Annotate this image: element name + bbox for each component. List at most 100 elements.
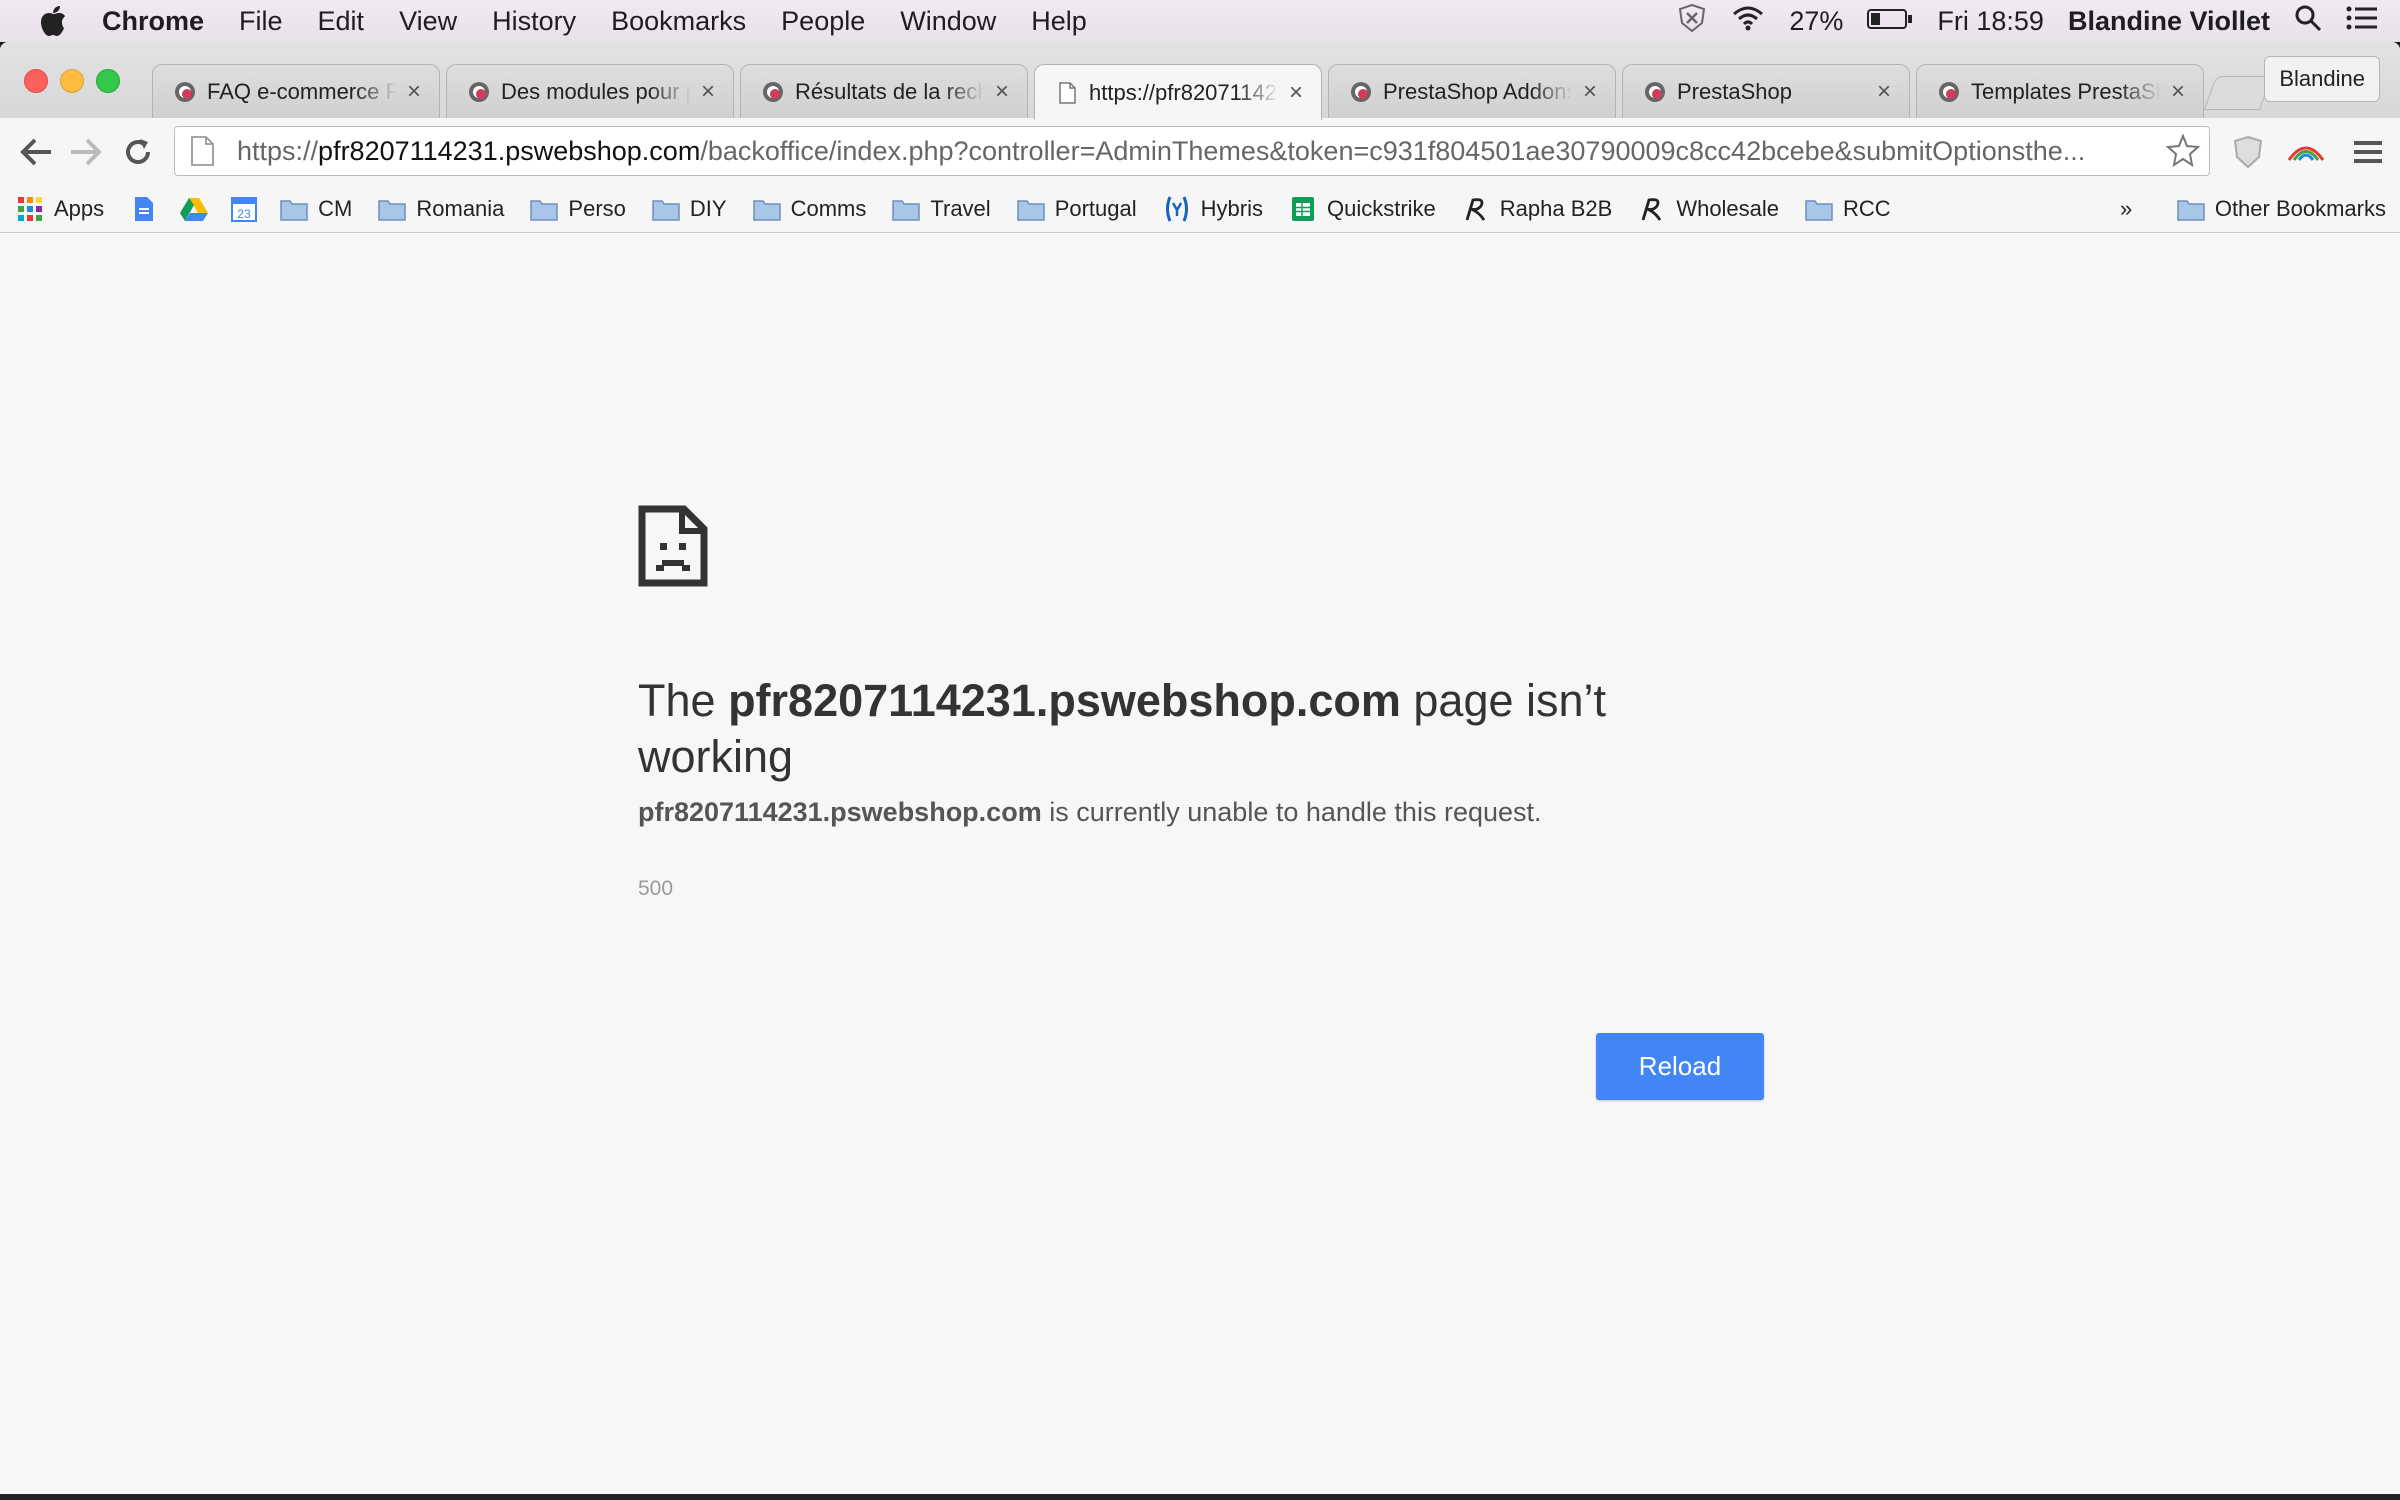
bookmark-google-docs[interactable] — [130, 196, 168, 222]
tab-des-modules[interactable]: Des modules pour p × — [446, 64, 734, 118]
close-tab-icon[interactable]: × — [403, 78, 425, 106]
bookmark-label: Comms — [790, 196, 867, 221]
google-docs-icon — [130, 196, 158, 222]
tab-faq-ecommerce[interactable]: FAQ e-commerce P × — [152, 64, 440, 118]
bookmark-folder-cm[interactable]: CM — [280, 196, 352, 222]
close-tab-icon[interactable]: × — [1873, 78, 1895, 106]
browser-window: FAQ e-commerce P × Des modules pour p × … — [0, 42, 2400, 1494]
bookmark-google-calendar[interactable]: 23 — [230, 196, 268, 222]
browser-toolbar: https://pfr8207114231.pswebshop.com/back… — [0, 118, 2400, 186]
clock[interactable]: Fri 18:59 — [1937, 6, 2044, 37]
bookmark-apps[interactable]: Apps — [16, 196, 104, 222]
bookmark-star-icon[interactable] — [2165, 133, 2201, 169]
error-title: The pfr8207114231.pswebshop.com page isn… — [638, 673, 1738, 785]
extension-rainbow-button[interactable] — [2284, 130, 2328, 174]
zoom-window-button[interactable] — [96, 69, 120, 93]
bookmark-folder-perso[interactable]: Perso — [530, 196, 626, 222]
bookmark-google-drive[interactable] — [180, 196, 218, 222]
url-text[interactable]: https://pfr8207114231.pswebshop.com/back… — [237, 136, 2159, 167]
folder-icon — [530, 196, 559, 222]
wifi-icon[interactable] — [1731, 5, 1765, 38]
tab-title: https://pfr82071142 — [1089, 79, 1277, 105]
notification-center-icon[interactable] — [2346, 5, 2378, 38]
url-scheme: https:// — [237, 135, 319, 166]
google-calendar-icon: 23 — [230, 196, 258, 222]
folder-icon — [378, 196, 407, 222]
profile-button[interactable]: Blandine — [2264, 56, 2380, 102]
bookmark-quickstrike[interactable]: Quickstrike — [1289, 196, 1436, 222]
close-tab-icon[interactable]: × — [1579, 78, 1601, 106]
new-tab-button[interactable] — [2203, 76, 2273, 110]
extension-ublock-button[interactable] — [2226, 130, 2270, 174]
reload-button[interactable]: Reload — [1596, 1033, 1764, 1100]
close-tab-icon[interactable]: × — [1285, 79, 1307, 107]
tab-prestashop-addons[interactable]: PrestaShop Addons × — [1328, 64, 1616, 118]
close-window-button[interactable] — [24, 69, 48, 93]
folder-icon — [2177, 196, 2205, 222]
reload-toolbar-button[interactable] — [116, 130, 160, 174]
tab-prestashop[interactable]: PrestaShop × — [1622, 64, 1910, 118]
desktop-edge — [0, 1494, 2400, 1500]
close-tab-icon[interactable]: × — [2167, 78, 2189, 106]
page-info-icon[interactable] — [189, 136, 215, 166]
chrome-menu-button[interactable] — [2346, 130, 2390, 174]
bookmarks-overflow-button[interactable]: » — [2120, 196, 2132, 222]
tab-title: Résultats de la rech — [795, 78, 985, 104]
rapha-logo-icon — [1638, 196, 1666, 222]
menu-history[interactable]: History — [492, 6, 576, 37]
error-code: 500 — [638, 877, 674, 900]
menu-edit[interactable]: Edit — [318, 6, 365, 37]
menu-people[interactable]: People — [781, 6, 865, 37]
prestashop-favicon — [763, 81, 783, 102]
prestashop-favicon — [1645, 81, 1665, 102]
url-path: /backoffice/index.php?controller=AdminTh… — [700, 135, 2086, 166]
bookmark-other-bookmarks[interactable]: Other Bookmarks — [2177, 196, 2386, 222]
prestashop-favicon — [1939, 81, 1959, 102]
address-bar[interactable]: https://pfr8207114231.pswebshop.com/back… — [174, 126, 2210, 176]
spotlight-search-icon[interactable] — [2294, 4, 2322, 39]
back-button[interactable] — [14, 130, 58, 174]
bookmark-folder-comms[interactable]: Comms — [752, 196, 867, 222]
url-host: pfr8207114231.pswebshop.com — [318, 135, 701, 166]
menubar-user-name[interactable]: Blandine Viollet — [2068, 6, 2270, 37]
tab-templates-prestashop[interactable]: Templates PrestaSh × — [1916, 64, 2204, 118]
page-icon — [1059, 81, 1076, 104]
minimize-window-button[interactable] — [60, 69, 84, 93]
bookmark-folder-portugal[interactable]: Portugal — [1016, 196, 1137, 222]
bookmark-folder-romania[interactable]: Romania — [378, 196, 504, 222]
rainbow-extension-icon — [2287, 146, 2325, 161]
menu-window[interactable]: Window — [900, 6, 996, 37]
shield-icon — [2233, 135, 2263, 169]
bookmark-wholesale[interactable]: Wholesale — [1638, 196, 1779, 222]
bookmark-label: Romania — [416, 196, 505, 221]
adblock-status-icon[interactable] — [1677, 3, 1707, 40]
tab-strip: FAQ e-commerce P × Des modules pour p × … — [0, 42, 2400, 120]
menu-file[interactable]: File — [239, 6, 283, 37]
battery-percent[interactable]: 27% — [1789, 6, 1843, 37]
tab-title: PrestaShop Addons — [1383, 78, 1573, 104]
menu-help[interactable]: Help — [1031, 6, 1087, 37]
tab-resultats-recherche[interactable]: Résultats de la rech × — [740, 64, 1028, 118]
menu-bookmarks[interactable]: Bookmarks — [611, 6, 746, 37]
close-tab-icon[interactable]: × — [697, 78, 719, 106]
google-sheets-icon — [1289, 196, 1317, 222]
apps-grid-icon — [16, 196, 44, 222]
menu-view[interactable]: View — [399, 6, 457, 37]
forward-button[interactable] — [64, 130, 108, 174]
folder-icon — [652, 196, 680, 222]
close-tab-icon[interactable]: × — [991, 78, 1013, 106]
battery-icon[interactable] — [1867, 6, 1913, 37]
menu-app-chrome[interactable]: Chrome — [102, 6, 204, 37]
rapha-logo-icon — [1462, 196, 1490, 222]
folder-icon — [752, 196, 781, 222]
apple-icon[interactable] — [36, 4, 70, 38]
folder-icon — [280, 196, 308, 222]
bookmark-hybris[interactable]: Hybris — [1163, 196, 1263, 222]
tab-active-pswebshop[interactable]: https://pfr82071142 × — [1034, 64, 1322, 120]
error-desc-host: pfr8207114231.pswebshop.com — [638, 797, 1042, 827]
bookmark-folder-rcc[interactable]: RCC — [1805, 196, 1891, 222]
bookmark-label: DIY — [689, 196, 727, 221]
bookmark-rapha-b2b[interactable]: Rapha B2B — [1462, 196, 1612, 222]
bookmark-folder-travel[interactable]: Travel — [892, 196, 991, 222]
bookmark-folder-diy[interactable]: DIY — [652, 196, 727, 222]
